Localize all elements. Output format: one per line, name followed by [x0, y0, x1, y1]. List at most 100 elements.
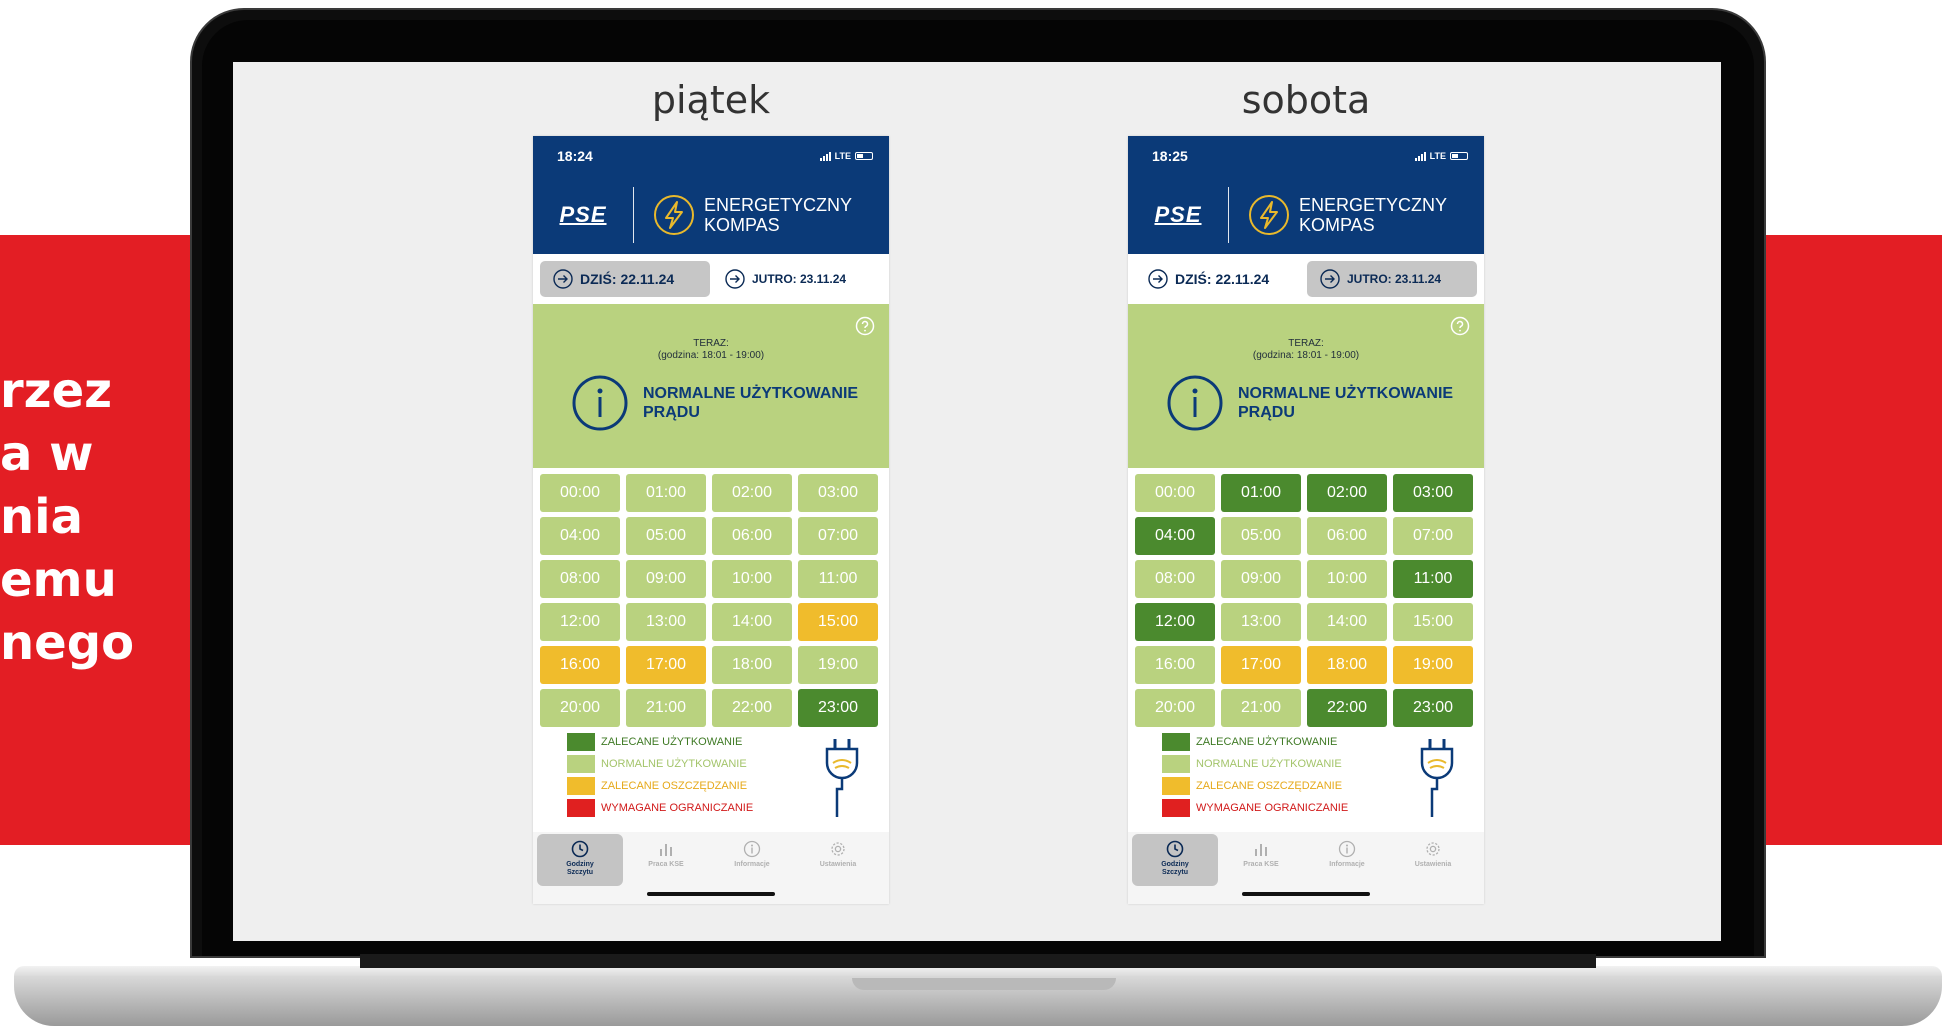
- home-indicator: [1242, 892, 1370, 896]
- phone-screen-saturday: 18:25 LTE PSE ENERGETYCZNY KOMPAS DZIŚ: …: [1128, 136, 1484, 904]
- legend-item: NORMALNE UŻYTKOWANIE: [1162, 755, 1342, 773]
- hour-cell[interactable]: 16:00: [1135, 646, 1215, 684]
- hour-cell[interactable]: 17:00: [626, 646, 706, 684]
- signal-icon: [819, 151, 831, 161]
- tab-clock[interactable]: Godziny Szczytu: [537, 834, 623, 886]
- hour-cell[interactable]: 13:00: [626, 603, 706, 641]
- current-status-panel: TERAZ: (godzina: 18:01 - 19:00) NORMALNE…: [1128, 304, 1484, 468]
- hour-cell[interactable]: 04:00: [1135, 517, 1215, 555]
- hour-cell[interactable]: 06:00: [712, 517, 792, 555]
- legend-item: NORMALNE UŻYTKOWANIE: [567, 755, 747, 773]
- help-icon[interactable]: [1450, 316, 1470, 336]
- now-label: TERAZ: (godzina: 18:01 - 19:00): [657, 338, 765, 361]
- hour-cell[interactable]: 15:00: [798, 603, 878, 641]
- hour-cell[interactable]: 21:00: [626, 689, 706, 727]
- hour-cell[interactable]: 08:00: [540, 560, 620, 598]
- hour-cell[interactable]: 03:00: [798, 474, 878, 512]
- hour-cell[interactable]: 00:00: [1135, 474, 1215, 512]
- date-switcher: DZIŚ: 22.11.24 JUTRO: 23.11.24: [533, 254, 889, 304]
- pse-logo: PSE: [1154, 202, 1202, 227]
- tab-tomorrow[interactable]: JUTRO: 23.11.24: [1307, 261, 1477, 297]
- plug-icon: [1420, 739, 1454, 817]
- now-label: TERAZ: (godzina: 18:01 - 19:00): [1252, 338, 1360, 361]
- info-icon: [743, 840, 761, 858]
- battery-icon: [1450, 152, 1468, 160]
- hour-cell[interactable]: 09:00: [626, 560, 706, 598]
- legend-swatch: [567, 755, 595, 773]
- arrow-circle-icon: [1320, 269, 1340, 289]
- date-switcher: DZIŚ: 22.11.24 JUTRO: 23.11.24: [1128, 254, 1484, 304]
- hour-cell[interactable]: 09:00: [1221, 560, 1301, 598]
- legend-swatch: [567, 799, 595, 817]
- hour-cell[interactable]: 01:00: [1221, 474, 1301, 512]
- tab-tomorrow[interactable]: JUTRO: 23.11.24: [712, 261, 882, 297]
- hour-cell[interactable]: 07:00: [798, 517, 878, 555]
- side-headline: rzez a w nia emu nego: [0, 363, 135, 671]
- hour-cell[interactable]: 23:00: [1393, 689, 1473, 727]
- status-line-2: PRĄDU: [1238, 404, 1295, 421]
- tab-clock[interactable]: Godziny Szczytu: [1132, 834, 1218, 886]
- hour-cell[interactable]: 21:00: [1221, 689, 1301, 727]
- legend-label: WYMAGANE OGRANICZANIE: [601, 802, 754, 814]
- header-divider: [1228, 187, 1229, 243]
- hour-cell[interactable]: 01:00: [626, 474, 706, 512]
- hour-cell[interactable]: 20:00: [1135, 689, 1215, 727]
- hour-cell[interactable]: 20:00: [540, 689, 620, 727]
- tab-bar-chart[interactable]: Praca KSE: [1218, 834, 1304, 886]
- tab-label: Godziny Szczytu: [566, 861, 594, 876]
- legend-label: NORMALNE UŻYTKOWANIE: [601, 758, 747, 770]
- hour-cell[interactable]: 22:00: [712, 689, 792, 727]
- hour-cell[interactable]: 22:00: [1307, 689, 1387, 727]
- tab-today[interactable]: DZIŚ: 22.11.24: [540, 261, 710, 297]
- hour-cell[interactable]: 12:00: [540, 603, 620, 641]
- hour-cell[interactable]: 14:00: [1307, 603, 1387, 641]
- hour-cell[interactable]: 08:00: [1135, 560, 1215, 598]
- tab-bar-chart[interactable]: Praca KSE: [623, 834, 709, 886]
- app-name: ENERGETYCZNY KOMPAS: [1299, 195, 1448, 235]
- hour-cell[interactable]: 02:00: [712, 474, 792, 512]
- tab-label: Ustawienia: [819, 861, 857, 868]
- hour-cell[interactable]: 16:00: [540, 646, 620, 684]
- hour-cell[interactable]: 11:00: [1393, 560, 1473, 598]
- tab-gear[interactable]: Ustawienia: [1390, 834, 1476, 886]
- help-icon[interactable]: [855, 316, 875, 336]
- legend-swatch: [1162, 733, 1190, 751]
- hour-cell[interactable]: 15:00: [1393, 603, 1473, 641]
- hour-cell[interactable]: 10:00: [712, 560, 792, 598]
- plug-icon: [825, 739, 859, 817]
- hour-cell[interactable]: 17:00: [1221, 646, 1301, 684]
- hour-cell[interactable]: 07:00: [1393, 517, 1473, 555]
- hour-cell[interactable]: 05:00: [626, 517, 706, 555]
- hour-cell[interactable]: 19:00: [798, 646, 878, 684]
- arrow-circle-icon: [725, 269, 745, 289]
- hour-cell[interactable]: 12:00: [1135, 603, 1215, 641]
- hour-cell[interactable]: 13:00: [1221, 603, 1301, 641]
- hour-cell[interactable]: 11:00: [798, 560, 878, 598]
- pse-logo: PSE: [559, 202, 607, 227]
- hour-cell[interactable]: 10:00: [1307, 560, 1387, 598]
- hour-cell[interactable]: 18:00: [1307, 646, 1387, 684]
- tab-label: Praca KSE: [648, 861, 684, 868]
- hour-cell[interactable]: 14:00: [712, 603, 792, 641]
- hour-cell[interactable]: 00:00: [540, 474, 620, 512]
- hour-cell[interactable]: 05:00: [1221, 517, 1301, 555]
- hour-cell[interactable]: 18:00: [712, 646, 792, 684]
- compass-bolt-icon: [1249, 195, 1289, 235]
- legend-swatch: [1162, 799, 1190, 817]
- hour-cell[interactable]: 19:00: [1393, 646, 1473, 684]
- legend-swatch: [567, 733, 595, 751]
- tab-gear[interactable]: Ustawienia: [795, 834, 881, 886]
- home-indicator: [647, 892, 775, 896]
- tab-info[interactable]: Informacje: [709, 834, 795, 886]
- hour-cell[interactable]: 03:00: [1393, 474, 1473, 512]
- hour-cell[interactable]: 23:00: [798, 689, 878, 727]
- tab-today[interactable]: DZIŚ: 22.11.24: [1135, 261, 1305, 297]
- tab-info[interactable]: Informacje: [1304, 834, 1390, 886]
- hour-cell[interactable]: 02:00: [1307, 474, 1387, 512]
- network-label: LTE: [834, 151, 851, 161]
- hour-cell[interactable]: 06:00: [1307, 517, 1387, 555]
- tab-label: Ustawienia: [1414, 861, 1452, 868]
- legend: ZALECANE UŻYTKOWANIE NORMALNE UŻYTKOWANIE…: [1128, 727, 1484, 825]
- hour-cell[interactable]: 04:00: [540, 517, 620, 555]
- current-status-panel: TERAZ: (godzina: 18:01 - 19:00) NORMALNE…: [533, 304, 889, 468]
